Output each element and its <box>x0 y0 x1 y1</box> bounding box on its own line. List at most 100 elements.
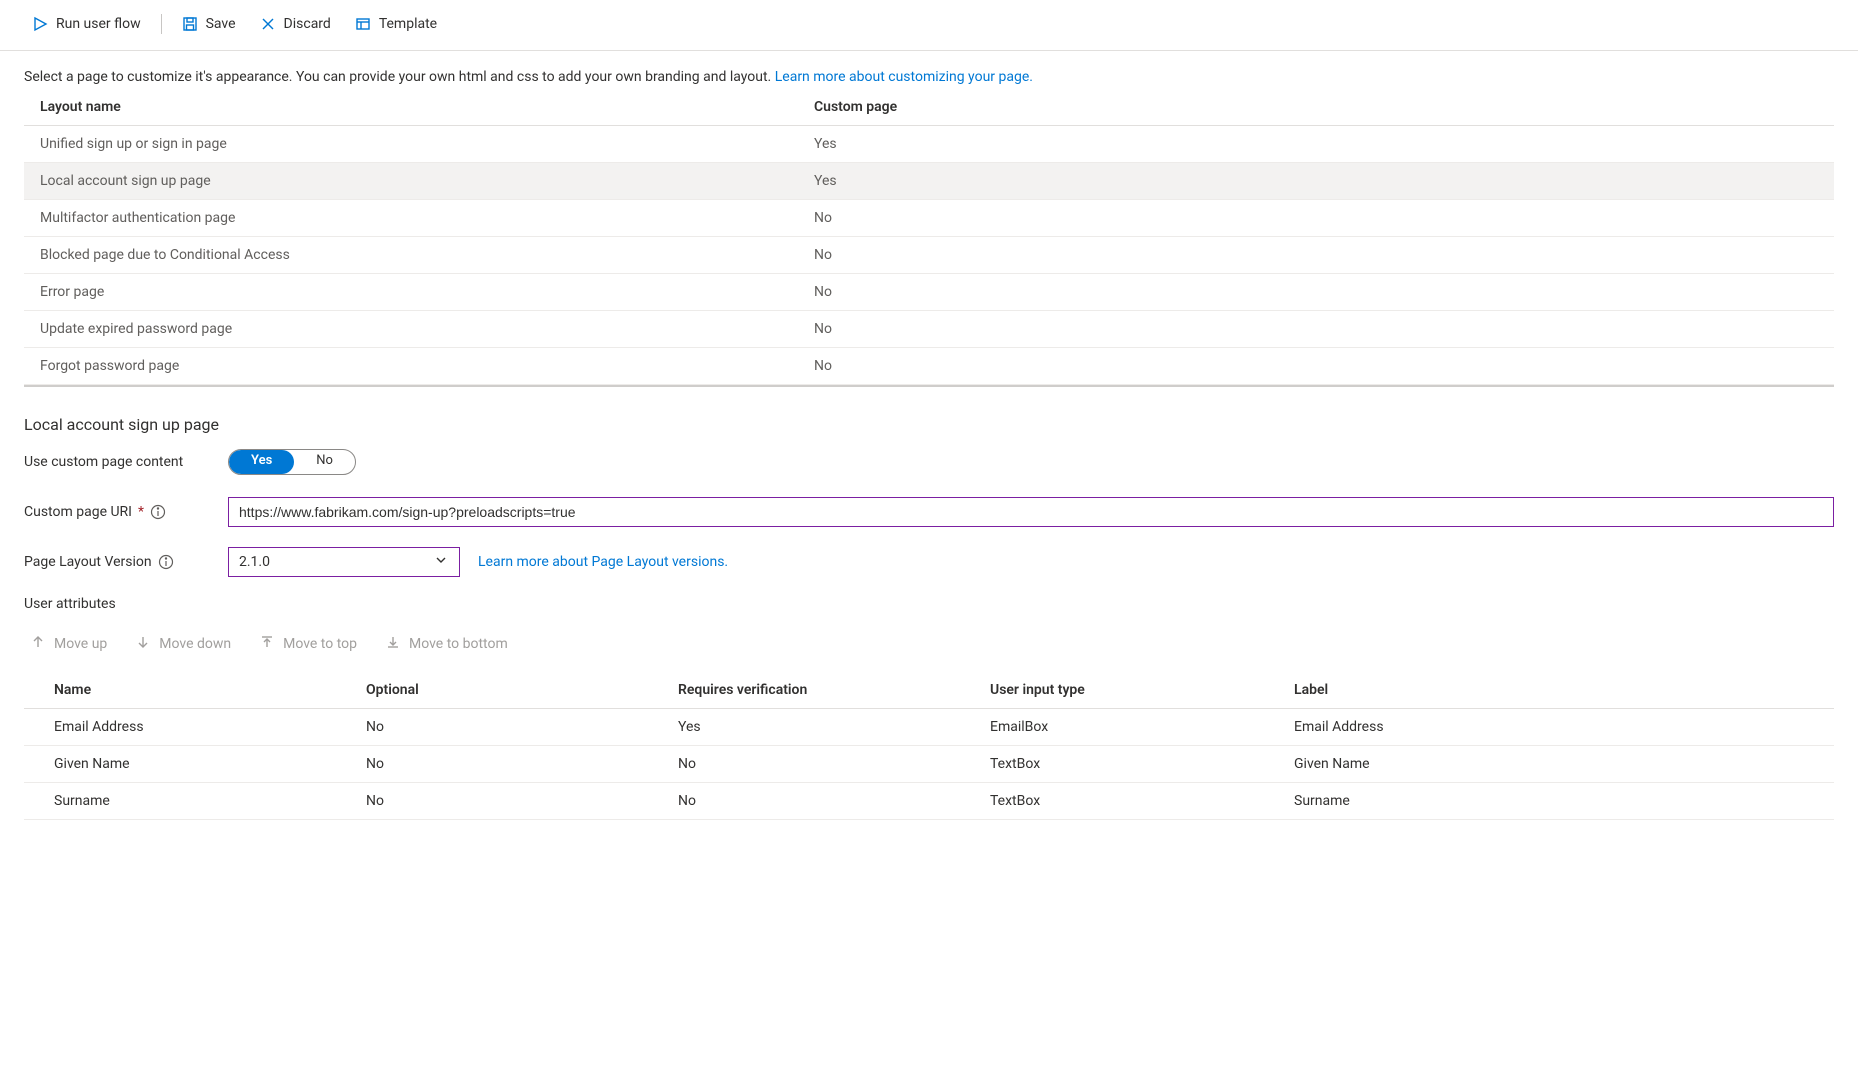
layout-name-cell: Update expired password page <box>40 321 814 337</box>
table-row[interactable]: Local account sign up pageYes <box>24 163 1834 200</box>
layout-custom-cell: No <box>814 210 1818 226</box>
layout-custom-cell: Yes <box>814 173 1818 189</box>
arrow-up-icon <box>30 634 46 654</box>
learn-more-link[interactable]: Learn more about customizing your page. <box>775 69 1033 85</box>
user-attributes-toolbar: Move up Move down Move to top Move to bo… <box>24 624 1834 668</box>
layout-name-cell: Unified sign up or sign in page <box>40 136 814 152</box>
ua-header-optional: Optional <box>366 682 678 698</box>
intro-description: Select a page to customize it's appearan… <box>24 69 775 85</box>
layouts-header-name: Layout name <box>40 99 814 115</box>
save-label: Save <box>206 16 236 32</box>
ua-cell-requires: Yes <box>678 719 990 735</box>
layout-name-cell: Error page <box>40 284 814 300</box>
ua-cell-requires: No <box>678 793 990 809</box>
discard-button[interactable]: Discard <box>252 12 339 36</box>
ua-cell-optional: No <box>366 756 678 772</box>
detail-section: Local account sign up page Use custom pa… <box>0 387 1858 820</box>
detail-title: Local account sign up page <box>24 415 1834 434</box>
custom-uri-label-text: Custom page URI <box>24 504 132 520</box>
required-asterisk: * <box>138 504 144 520</box>
ua-cell-requires: No <box>678 756 990 772</box>
custom-uri-label: Custom page URI * <box>24 504 210 520</box>
move-to-bottom-label: Move to bottom <box>409 636 508 652</box>
toggle-yes[interactable]: Yes <box>229 450 294 474</box>
use-custom-label: Use custom page content <box>24 454 210 470</box>
command-bar: Run user flow Save Discard Template <box>0 0 1858 51</box>
page-layout-version-select[interactable]: 2.1.0 <box>228 547 460 577</box>
move-to-top-label: Move to top <box>283 636 357 652</box>
ua-header-requires: Requires verification <box>678 682 990 698</box>
play-icon <box>32 16 48 32</box>
run-user-flow-button[interactable]: Run user flow <box>24 12 149 36</box>
table-row[interactable]: Multifactor authentication pageNo <box>24 200 1834 237</box>
close-icon <box>260 16 276 32</box>
custom-uri-input[interactable] <box>228 497 1834 527</box>
layout-custom-cell: No <box>814 247 1818 263</box>
table-row[interactable]: Given NameNoNoTextBoxGiven Name <box>24 746 1834 783</box>
ua-cell-label: Surname <box>1294 793 1804 809</box>
template-button[interactable]: Template <box>347 12 445 36</box>
template-label: Template <box>379 16 437 32</box>
ua-cell-optional: No <box>366 793 678 809</box>
chevron-down-icon <box>433 552 449 572</box>
run-user-flow-label: Run user flow <box>56 16 141 32</box>
table-row[interactable]: Unified sign up or sign in pageYes <box>24 126 1834 163</box>
table-row[interactable]: Forgot password pageNo <box>24 348 1834 385</box>
save-button[interactable]: Save <box>174 12 244 36</box>
page-layout-version-link[interactable]: Learn more about Page Layout versions. <box>478 554 728 570</box>
template-icon <box>355 16 371 32</box>
intro-text: Select a page to customize it's appearan… <box>0 51 1858 85</box>
page-layout-version-label-text: Page Layout Version <box>24 554 152 570</box>
layout-name-cell: Multifactor authentication page <box>40 210 814 226</box>
page-layout-version-value: 2.1.0 <box>239 554 270 570</box>
use-custom-toggle[interactable]: Yes No <box>228 449 356 475</box>
arrow-down-icon <box>135 634 151 654</box>
ua-cell-optional: No <box>366 719 678 735</box>
layout-custom-cell: Yes <box>814 136 1818 152</box>
ua-header-label: Label <box>1294 682 1804 698</box>
info-icon[interactable] <box>158 554 174 570</box>
table-row[interactable]: Update expired password pageNo <box>24 311 1834 348</box>
ua-header-name: Name <box>54 682 366 698</box>
ua-cell-name: Given Name <box>54 756 366 772</box>
move-down-label: Move down <box>159 636 231 652</box>
move-down-button[interactable]: Move down <box>129 630 237 658</box>
ua-cell-type: TextBox <box>990 756 1294 772</box>
ua-cell-name: Email Address <box>54 719 366 735</box>
layouts-header-row: Layout name Custom page <box>24 89 1834 126</box>
ua-cell-name: Surname <box>54 793 366 809</box>
page-layout-version-row: Page Layout Version 2.1.0 Learn more abo… <box>24 546 1834 578</box>
page-layout-version-label: Page Layout Version <box>24 554 210 570</box>
discard-label: Discard <box>284 16 331 32</box>
info-icon[interactable] <box>150 504 166 520</box>
move-up-label: Move up <box>54 636 107 652</box>
user-attributes-header-row: Name Optional Requires verification User… <box>24 672 1834 709</box>
table-row[interactable]: Email AddressNoYesEmailBoxEmail Address <box>24 709 1834 746</box>
layout-name-cell: Local account sign up page <box>40 173 814 189</box>
table-row[interactable]: SurnameNoNoTextBoxSurname <box>24 783 1834 820</box>
toggle-no[interactable]: No <box>294 450 355 474</box>
table-row[interactable]: Error pageNo <box>24 274 1834 311</box>
arrow-top-icon <box>259 634 275 654</box>
move-up-button[interactable]: Move up <box>24 630 113 658</box>
layout-custom-cell: No <box>814 284 1818 300</box>
user-attributes-heading: User attributes <box>24 596 1834 612</box>
move-to-top-button[interactable]: Move to top <box>253 630 363 658</box>
ua-cell-label: Given Name <box>1294 756 1804 772</box>
layout-name-cell: Forgot password page <box>40 358 814 374</box>
move-to-bottom-button[interactable]: Move to bottom <box>379 630 514 658</box>
use-custom-row: Use custom page content Yes No <box>24 446 1834 478</box>
custom-uri-row: Custom page URI * <box>24 496 1834 528</box>
user-attributes-table: Name Optional Requires verification User… <box>24 672 1834 820</box>
toolbar-separator <box>161 14 162 34</box>
arrow-bottom-icon <box>385 634 401 654</box>
table-row[interactable]: Blocked page due to Conditional AccessNo <box>24 237 1834 274</box>
ua-cell-type: TextBox <box>990 793 1294 809</box>
layout-custom-cell: No <box>814 358 1818 374</box>
ua-cell-label: Email Address <box>1294 719 1804 735</box>
layouts-header-custom: Custom page <box>814 99 1818 115</box>
save-icon <box>182 16 198 32</box>
layout-custom-cell: No <box>814 321 1818 337</box>
layouts-table: Layout name Custom page Unified sign up … <box>24 89 1834 387</box>
ua-header-type: User input type <box>990 682 1294 698</box>
